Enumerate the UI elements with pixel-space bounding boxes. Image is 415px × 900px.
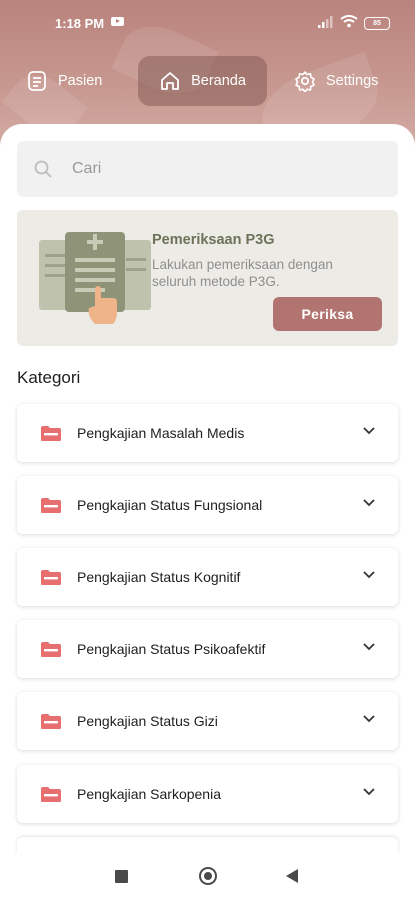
battery-indicator: 85: [364, 17, 390, 30]
chevron-down-icon: [363, 643, 375, 651]
category-label: Pengkajian Masalah Medis: [77, 425, 245, 441]
signal-icon: [318, 16, 333, 28]
top-tab-bar: Pasien Beranda Settings: [0, 56, 415, 106]
folder-icon: [41, 498, 61, 513]
category-label: Pengkajian Status Kognitif: [77, 569, 241, 585]
back-button[interactable]: [286, 869, 298, 883]
folder-icon: [41, 787, 61, 802]
category-item[interactable]: Pengkajian Sarkopenia: [17, 765, 398, 823]
home-button[interactable]: [199, 867, 217, 885]
status-time: 1:18 PM: [55, 16, 105, 31]
section-title: Kategori: [17, 368, 81, 387]
chevron-down-icon: [363, 788, 375, 796]
category-item[interactable]: Pengkajian Status Kognitif: [17, 548, 398, 606]
category-label: Pengkajian Status Psikoafektif: [77, 641, 266, 657]
wifi-icon: [340, 15, 358, 28]
status-bar: 1:18 PM 85: [0, 0, 415, 44]
category-item[interactable]: Pengkajian Status Psikoafektif: [17, 620, 398, 678]
tab-label: Settings: [326, 73, 379, 89]
category-label: Pengkajian Status Gizi: [77, 713, 218, 729]
category-item[interactable]: Pengkajian Status Gizi: [17, 692, 398, 750]
tab-pasien[interactable]: Pasien: [26, 56, 102, 106]
search-bar[interactable]: [17, 141, 398, 197]
tab-beranda[interactable]: Beranda: [138, 56, 267, 106]
category-label: Pengkajian Status Fungsional: [77, 497, 263, 513]
chevron-down-icon: [363, 427, 375, 435]
chevron-down-icon: [363, 715, 375, 723]
promo-title: Pemeriksaan P3G: [152, 232, 275, 248]
search-icon: [34, 160, 52, 178]
folder-icon: [41, 642, 61, 657]
chevron-down-icon: [363, 499, 375, 507]
periksa-button[interactable]: Periksa: [273, 297, 382, 331]
main-content: Pemeriksaan P3G Lakukan pemeriksaan deng…: [0, 124, 415, 857]
search-input[interactable]: [70, 159, 354, 179]
gear-icon: [295, 71, 315, 92]
folder-icon: [41, 426, 61, 441]
tab-settings[interactable]: Settings: [294, 56, 378, 106]
promo-card: Pemeriksaan P3G Lakukan pemeriksaan deng…: [17, 210, 398, 346]
home-icon: [161, 72, 179, 90]
promo-description: Lakukan pemeriksaan dengan seluruh metod…: [152, 257, 333, 289]
recents-button[interactable]: [115, 870, 128, 883]
category-item[interactable]: Pengkajian Status Fungsional: [17, 476, 398, 534]
category-item[interactable]: Pengkajian Masalah Medis: [17, 404, 398, 462]
category-label: Pengkajian Sarkopenia: [77, 786, 221, 802]
youtube-notification-icon: [111, 17, 124, 26]
folder-icon: [41, 714, 61, 729]
checklist-illustration: [39, 232, 151, 324]
tab-label: Beranda: [191, 73, 246, 89]
document-icon: [28, 71, 46, 91]
chevron-down-icon: [363, 571, 375, 579]
folder-icon: [41, 570, 61, 585]
system-navigation-bar: [0, 854, 415, 900]
tab-label: Pasien: [58, 73, 103, 89]
